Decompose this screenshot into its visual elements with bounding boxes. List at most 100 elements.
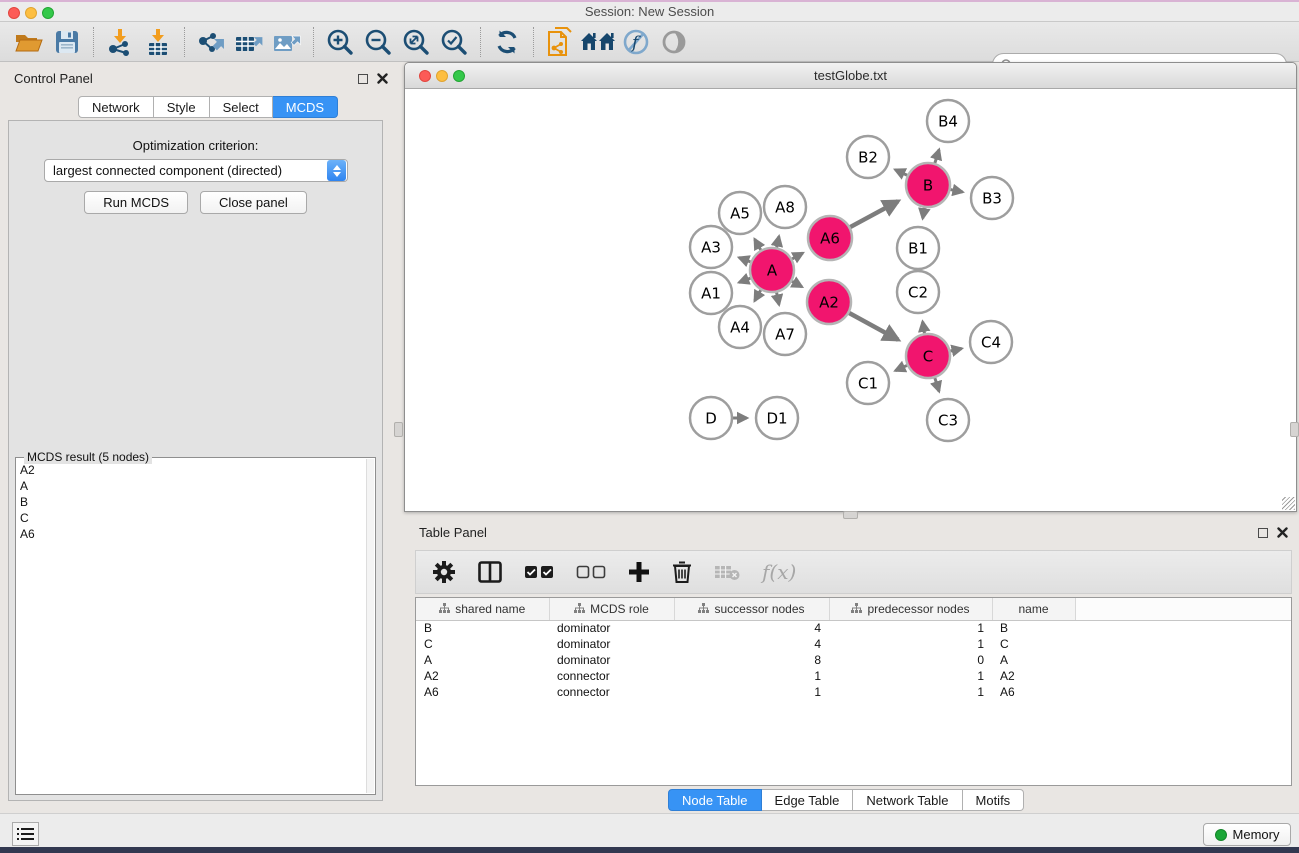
hide-graphics-details-button[interactable]: f (617, 25, 655, 59)
node-A1[interactable]: A1 (690, 272, 732, 314)
table-cell[interactable]: connector (549, 668, 674, 684)
close-window-button[interactable] (8, 7, 20, 19)
tab-network[interactable]: Network (78, 96, 154, 118)
result-scrollbar[interactable] (366, 459, 374, 793)
tab-edge-table[interactable]: Edge Table (762, 789, 854, 811)
zoom-fit-button[interactable] (397, 25, 435, 59)
tab-node-table[interactable]: Node Table (668, 789, 762, 811)
node-A[interactable]: A (750, 248, 794, 292)
minimize-window-button[interactable] (25, 7, 37, 19)
export-image-button[interactable] (268, 25, 306, 59)
table-cell[interactable]: A2 (992, 668, 1075, 684)
node-A6[interactable]: A6 (808, 216, 852, 260)
table-cell[interactable]: dominator (549, 636, 674, 652)
table-cell[interactable]: 1 (829, 684, 992, 700)
table-cell[interactable]: 4 (674, 620, 829, 636)
node-B3[interactable]: B3 (971, 177, 1013, 219)
table-mode-button[interactable] (432, 560, 456, 584)
edge-A-A5[interactable] (755, 239, 761, 250)
unselect-all-columns-button[interactable] (576, 565, 606, 579)
mcds-result-item[interactable]: C (17, 510, 365, 526)
table-cell[interactable]: 0 (829, 652, 992, 668)
network-close-button[interactable] (419, 70, 431, 82)
edge-A6-B[interactable] (850, 201, 898, 227)
network-minimize-button[interactable] (436, 70, 448, 82)
edge-A2-C[interactable] (849, 313, 898, 340)
tab-mcds[interactable]: MCDS (273, 96, 338, 118)
cyndex-button[interactable] (541, 25, 579, 59)
table-cell[interactable]: A (992, 652, 1075, 668)
edge-A-A2[interactable] (792, 281, 802, 287)
network-zoom-button[interactable] (453, 70, 465, 82)
tab-select[interactable]: Select (210, 96, 273, 118)
table-row[interactable]: Adominator80A (416, 652, 1291, 668)
table-cell[interactable]: dominator (549, 652, 674, 668)
memory-button[interactable]: Memory (1203, 823, 1291, 846)
mcds-result-item[interactable]: B (17, 494, 365, 510)
home-button[interactable] (579, 25, 617, 59)
edge-B-B4[interactable] (935, 150, 939, 163)
node-A3[interactable]: A3 (690, 226, 732, 268)
edge-C-C2[interactable] (923, 322, 925, 334)
node-D[interactable]: D (690, 397, 732, 439)
horizontal-splitter-grip[interactable] (843, 511, 858, 519)
close-panel-button[interactable]: Close panel (200, 191, 307, 214)
mcds-result-item[interactable]: A6 (17, 526, 365, 542)
mcds-result-item[interactable]: A (17, 478, 365, 494)
table-row[interactable]: Bdominator41B (416, 620, 1291, 636)
table-cell[interactable]: dominator (549, 620, 674, 636)
zoom-window-button[interactable] (42, 7, 54, 19)
show-hide-panel-button[interactable] (655, 25, 693, 59)
node-B4[interactable]: B4 (927, 100, 969, 142)
table-cell[interactable]: 1 (829, 636, 992, 652)
node-C3[interactable]: C3 (927, 399, 969, 441)
node-A7[interactable]: A7 (764, 313, 806, 355)
table-cell[interactable]: B (416, 620, 549, 636)
node-B1[interactable]: B1 (897, 227, 939, 269)
table-cell[interactable]: A2 (416, 668, 549, 684)
table-cell[interactable]: 1 (829, 668, 992, 684)
node-A8[interactable]: A8 (764, 186, 806, 228)
close-table-panel-icon[interactable] (1277, 527, 1288, 538)
table-row[interactable]: Cdominator41C (416, 636, 1291, 652)
zoom-out-button[interactable] (359, 25, 397, 59)
network-canvas[interactable]: B4B2BB3A5A8A6B1A3AC2A1A2A4A7C4CC1C3DD1 (405, 89, 1296, 511)
table-cell[interactable]: A (416, 652, 549, 668)
open-session-button[interactable] (10, 25, 48, 59)
edge-A-A4[interactable] (755, 290, 761, 301)
table-cell[interactable]: 1 (829, 620, 992, 636)
table-cell[interactable]: 4 (674, 636, 829, 652)
float-table-panel-icon[interactable] (1258, 528, 1268, 538)
node-A4[interactable]: A4 (719, 306, 761, 348)
save-session-button[interactable] (48, 25, 86, 59)
node-A5[interactable]: A5 (719, 192, 761, 234)
node-C[interactable]: C (906, 334, 950, 378)
table-cell[interactable]: connector (549, 684, 674, 700)
node-C1[interactable]: C1 (847, 362, 889, 404)
edge-C-C1[interactable] (895, 365, 907, 370)
table-cell[interactable]: C (992, 636, 1075, 652)
zoom-in-button[interactable] (321, 25, 359, 59)
import-table-button[interactable] (139, 25, 177, 59)
node-B2[interactable]: B2 (847, 136, 889, 178)
show-task-history-button[interactable] (12, 822, 39, 846)
edge-A-A3[interactable] (739, 258, 750, 262)
column-header-successor-nodes[interactable]: successor nodes (674, 598, 829, 620)
node-C4[interactable]: C4 (970, 321, 1012, 363)
table-cell[interactable]: A6 (992, 684, 1075, 700)
vertical-splitter-grip-right[interactable] (1290, 422, 1299, 437)
export-network-button[interactable] (192, 25, 230, 59)
table-cell[interactable]: B (992, 620, 1075, 636)
zoom-selected-button[interactable] (435, 25, 473, 59)
tab-motifs[interactable]: Motifs (963, 789, 1025, 811)
window-resize-grip[interactable] (1282, 497, 1295, 510)
create-column-button[interactable] (628, 561, 650, 583)
edge-A-A1[interactable] (739, 278, 750, 282)
column-header-name[interactable]: name (992, 598, 1075, 620)
import-network-button[interactable] (101, 25, 139, 59)
table-cell[interactable]: 8 (674, 652, 829, 668)
criterion-dropdown[interactable]: largest connected component (directed) (44, 159, 348, 182)
column-header-mcds-role[interactable]: MCDS role (549, 598, 674, 620)
float-panel-icon[interactable] (358, 74, 368, 84)
edge-B-B3[interactable] (951, 190, 963, 192)
